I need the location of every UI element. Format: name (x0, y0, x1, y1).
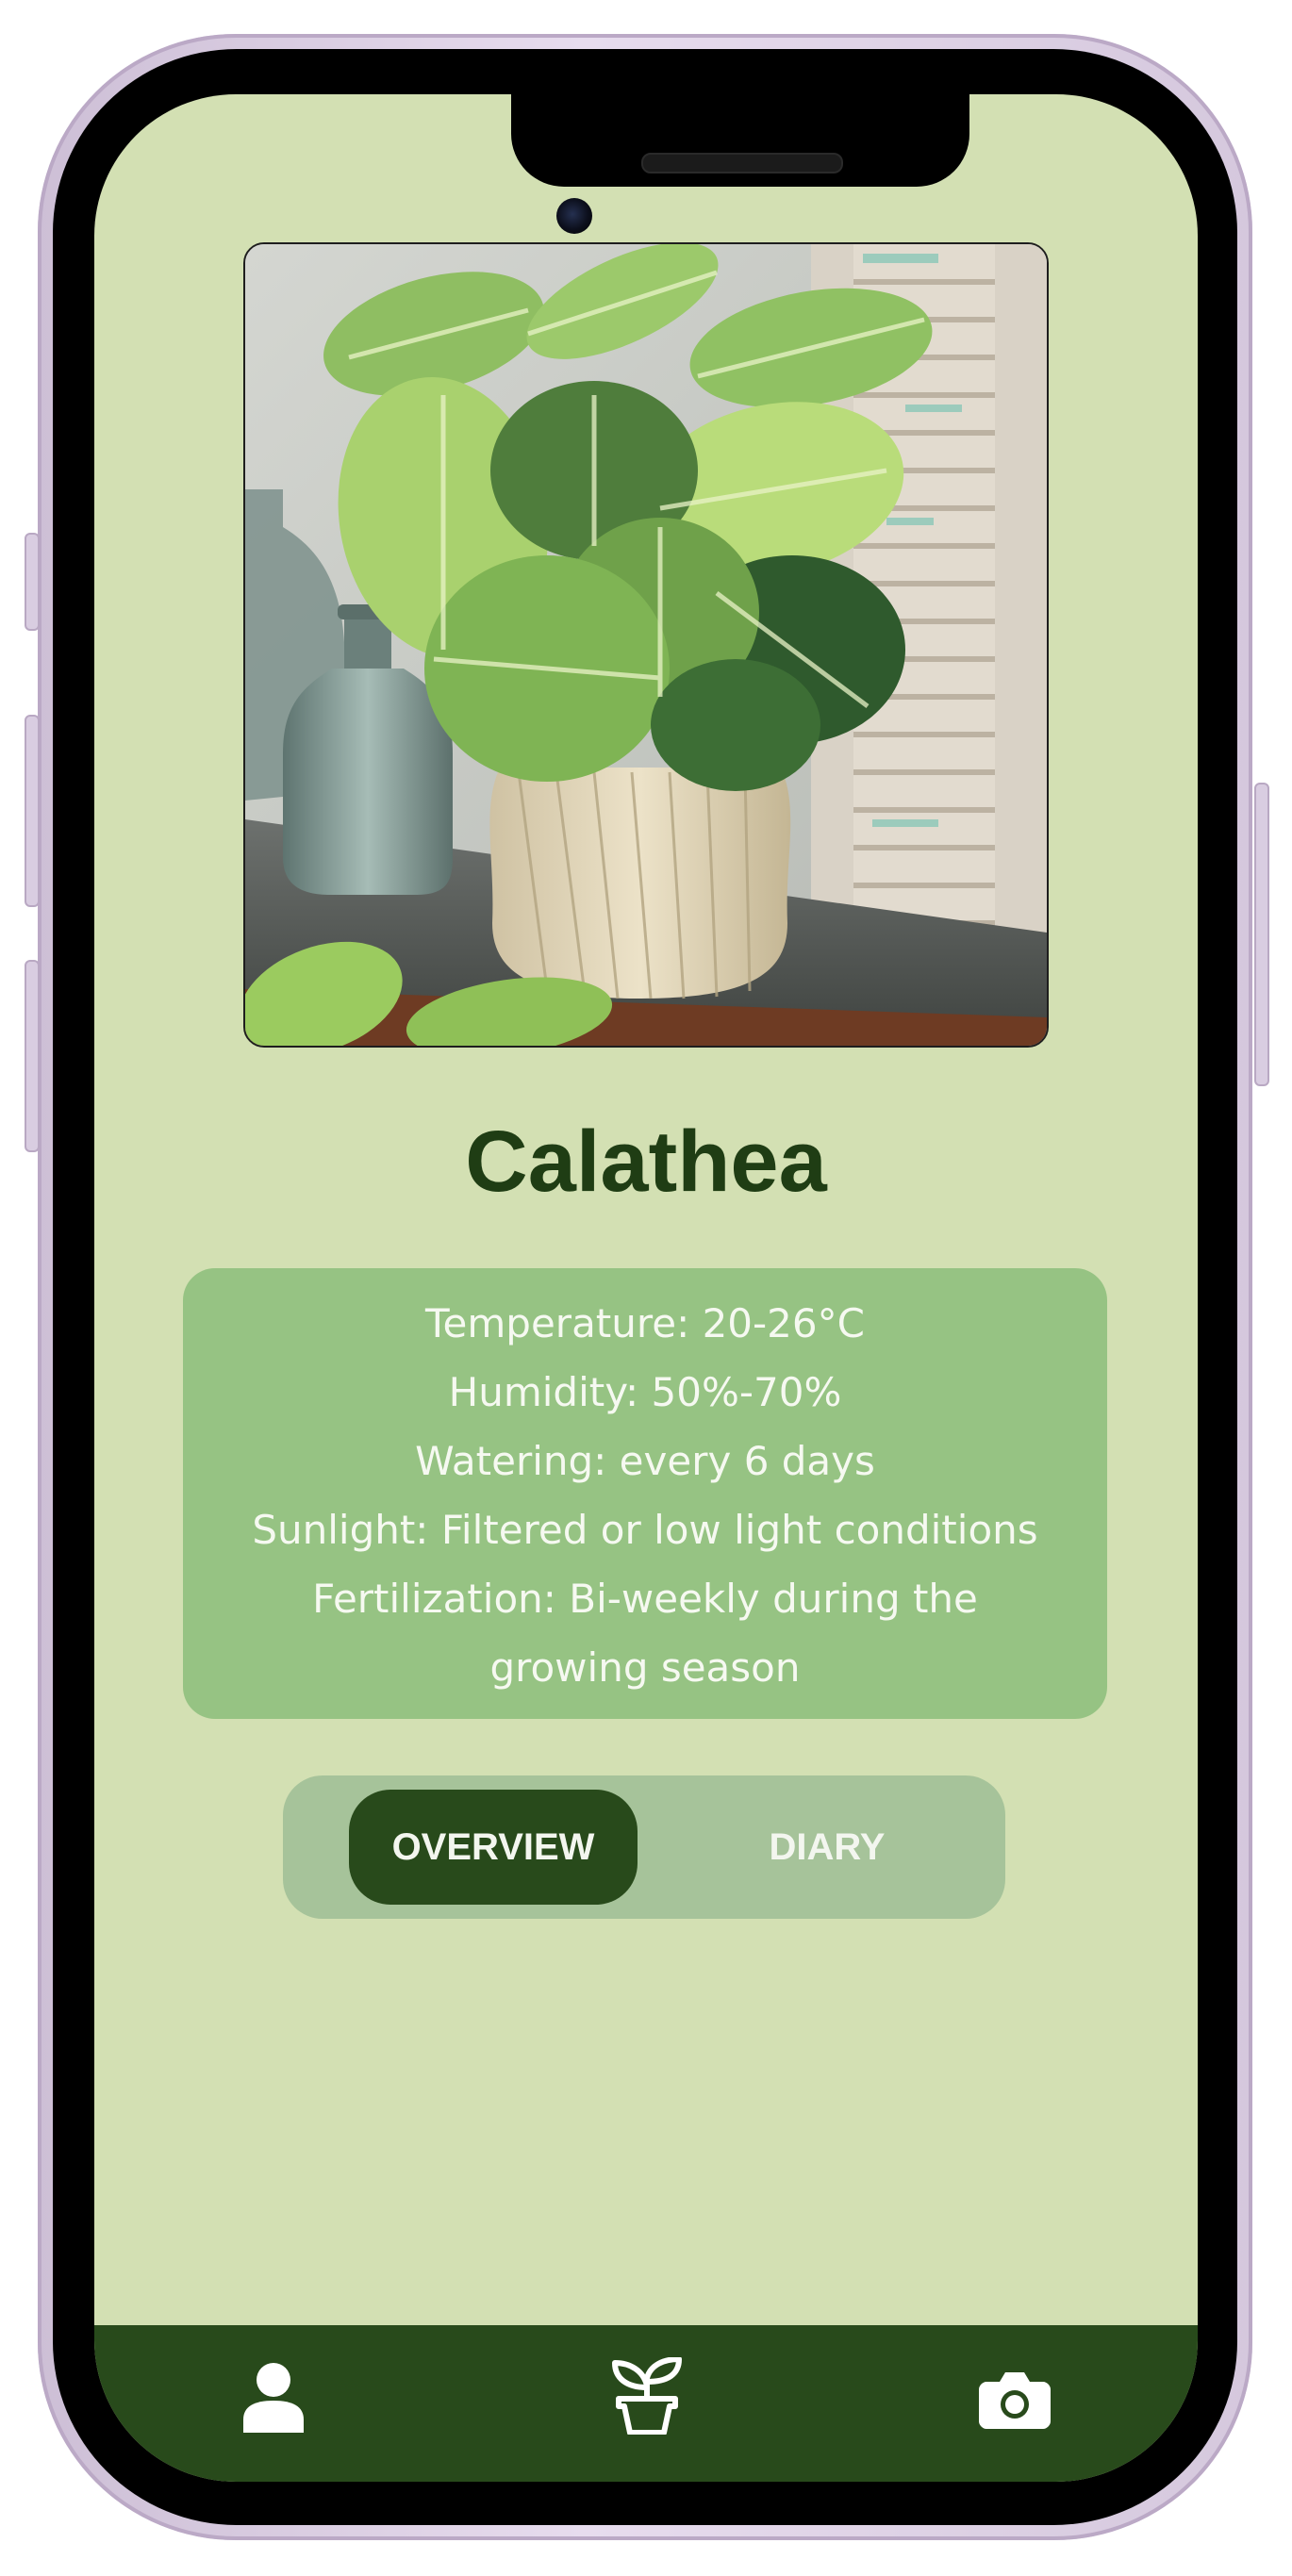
plant-photo (243, 242, 1049, 1048)
watering-text: Watering: every 6 days (415, 1438, 875, 1484)
humidity-text: Humidity: 50%-70% (448, 1369, 842, 1415)
fertilization-text-continued: growing season (489, 1644, 801, 1691)
camera-icon[interactable] (979, 2369, 1051, 2434)
plant-name: Calathea (465, 1114, 827, 1210)
person-icon[interactable] (241, 2361, 306, 2437)
plant-icon[interactable] (609, 2356, 685, 2439)
app-screen: Calathea Temperature: 20-26°C Humidity: … (94, 94, 1198, 2482)
power-button (1254, 783, 1269, 1086)
fertilization-text: Fertilization: Bi-weekly during the (312, 1576, 978, 1622)
front-camera (556, 198, 592, 234)
plant-illustration (245, 244, 1047, 1046)
speaker-grille (641, 153, 843, 173)
volume-up-button (25, 715, 40, 907)
volume-down-button (25, 960, 40, 1152)
care-info-card: Temperature: 20-26°C Humidity: 50%-70% W… (183, 1268, 1107, 1719)
tab-diary[interactable]: DIARY (681, 1790, 973, 1905)
sunlight-text: Sunlight: Filtered or low light conditio… (252, 1507, 1038, 1553)
bottom-nav-bar (94, 2325, 1198, 2482)
tab-overview[interactable]: OVERVIEW (349, 1790, 638, 1905)
segmented-tabs: OVERVIEW DIARY (283, 1775, 1005, 1919)
temperature-text: Temperature: 20-26°C (425, 1300, 865, 1346)
mute-switch (25, 533, 40, 631)
